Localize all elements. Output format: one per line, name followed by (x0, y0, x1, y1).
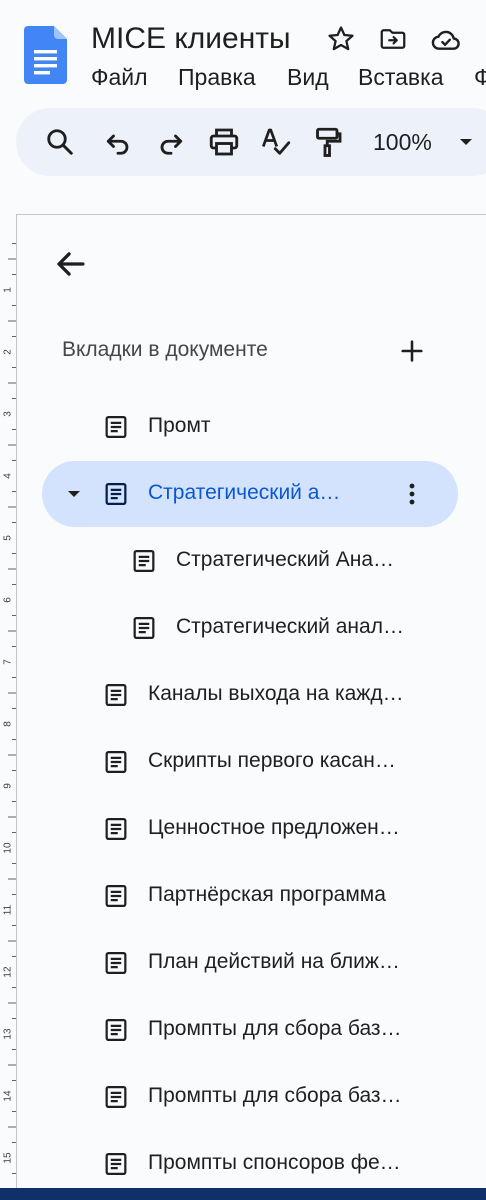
ruler-label: 8 (3, 721, 14, 727)
ruler-label: 3 (3, 411, 14, 417)
star-icon[interactable] (326, 24, 356, 54)
add-tab-icon[interactable] (396, 335, 428, 367)
cloud-saved-icon[interactable] (430, 24, 460, 54)
tab-label: Стратегический а… (148, 481, 341, 504)
document-tab-icon (102, 681, 130, 709)
tab-item[interactable]: Промпты для сбора баз… (42, 997, 458, 1063)
print-icon[interactable] (206, 124, 242, 160)
ruler-label: 2 (3, 349, 14, 355)
tab-item[interactable]: Стратегический а… (42, 461, 458, 527)
move-to-folder-icon[interactable] (378, 24, 408, 54)
tab-item[interactable]: Партнёрская программа (42, 863, 458, 929)
tab-item[interactable]: Каналы выхода на кажд… (42, 662, 458, 728)
menu-format[interactable]: Ф (474, 62, 486, 92)
tab-label: Партнёрская программа (148, 883, 386, 906)
tab-label: Каналы выхода на кажд… (148, 682, 404, 705)
ruler-label: 12 (3, 966, 14, 978)
redo-icon[interactable] (153, 124, 189, 160)
zoom-select[interactable]: 100% (373, 127, 432, 157)
tab-label: План действий на ближ… (148, 950, 400, 973)
ruler-top-border (16, 214, 486, 215)
ruler-label: 9 (3, 783, 14, 789)
menu-file[interactable]: Файл (91, 62, 148, 92)
tab-item[interactable]: Промт (42, 394, 458, 460)
spellcheck-icon[interactable] (258, 124, 294, 160)
document-tab-icon (102, 949, 130, 977)
tab-more-options-icon[interactable] (396, 478, 428, 510)
ruler-label: 6 (3, 597, 14, 603)
tab-item[interactable]: Промпты для сбора баз… (42, 1064, 458, 1130)
document-tab-icon (102, 748, 130, 776)
tab-label: Ценностное предложен… (148, 816, 400, 839)
tab-item[interactable]: План действий на ближ… (42, 930, 458, 996)
search-menus-icon[interactable] (42, 124, 78, 160)
tab-item[interactable]: Стратегический Ана… (42, 528, 458, 594)
document-tab-icon (102, 413, 130, 441)
undo-icon[interactable] (100, 124, 136, 160)
tab-label: Скрипты первого касан… (148, 749, 396, 772)
tab-item[interactable]: Ценностное предложен… (42, 796, 458, 862)
document-tab-icon (102, 1016, 130, 1044)
document-tab-icon (102, 1150, 130, 1178)
paint-format-icon[interactable] (310, 124, 346, 160)
ruler-ticks: 123456789101112131415 (3, 243, 16, 1190)
collapse-caret-icon[interactable] (62, 482, 86, 506)
tab-label: Стратегический Ана… (176, 548, 395, 571)
ruler-label: 15 (3, 1152, 14, 1164)
vertical-ruler[interactable]: 1 2 3 4 5 6 7 8 9 10 11 12 13 14 15 (0, 214, 17, 1200)
menu-insert[interactable]: Вставка (358, 62, 444, 92)
menu-view[interactable]: Вид (287, 62, 329, 92)
tab-item[interactable]: Стратегический анал… (42, 595, 458, 661)
tab-label: Промпты спонсоров фе… (148, 1151, 401, 1174)
back-arrow-icon[interactable] (48, 242, 92, 286)
ruler-label: 11 (3, 904, 14, 915)
document-tab-icon (102, 1083, 130, 1111)
bottom-bar (0, 1188, 486, 1200)
menu-bar: Файл Правка Вид Вставка Ф (0, 62, 486, 92)
ruler-label: 1 (3, 287, 14, 293)
tab-label: Промпты для сбора баз… (148, 1084, 402, 1107)
document-tab-icon (130, 614, 158, 642)
document-tab-icon (102, 882, 130, 910)
tab-label: Промпты для сбора баз… (148, 1017, 402, 1040)
ruler-label: 4 (3, 473, 14, 479)
menu-edit[interactable]: Правка (178, 62, 256, 92)
document-title[interactable]: MICE клиенты (91, 20, 291, 58)
zoom-caret-icon[interactable] (454, 130, 478, 154)
ruler-label: 5 (3, 535, 14, 541)
ruler-label: 10 (3, 842, 14, 854)
toolbar: 100% (16, 108, 486, 176)
tab-label: Промт (148, 414, 211, 437)
ruler-label: 14 (3, 1090, 14, 1102)
ruler-label: 13 (3, 1028, 14, 1040)
tab-label: Стратегический анал… (176, 615, 404, 638)
tabs-panel-heading: Вкладки в документе (62, 338, 268, 361)
ruler-label: 7 (3, 659, 14, 665)
tab-item[interactable]: Скрипты первого касан… (42, 729, 458, 795)
document-tab-icon (102, 480, 130, 508)
document-tab-icon (102, 815, 130, 843)
document-tab-icon (130, 547, 158, 575)
